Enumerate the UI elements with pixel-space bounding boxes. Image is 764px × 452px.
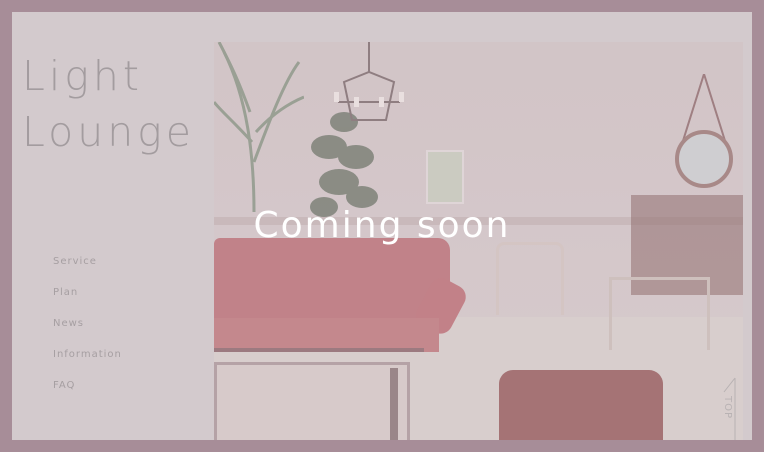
nav-item-service[interactable]: Service bbox=[53, 256, 122, 287]
scroll-top-button[interactable]: TOP bbox=[722, 376, 750, 440]
coffee-table bbox=[214, 362, 410, 440]
logo-line-1: Light bbox=[22, 52, 143, 100]
site-logo[interactable]: Light Lounge bbox=[22, 48, 195, 160]
wall-picture bbox=[426, 150, 464, 204]
round-mirror-icon bbox=[675, 74, 733, 188]
scroll-top-label: TOP bbox=[722, 396, 733, 420]
table-leg bbox=[390, 368, 398, 440]
main-nav: Service Plan News Information FAQ bbox=[53, 256, 122, 411]
logo-line-2: Lounge bbox=[22, 108, 196, 156]
chair bbox=[496, 242, 564, 315]
coming-soon-text: Coming soon bbox=[253, 205, 511, 246]
nav-item-information[interactable]: Information bbox=[53, 349, 122, 380]
sofa-base bbox=[214, 348, 424, 352]
sofa bbox=[214, 238, 450, 322]
sofa-seat bbox=[214, 318, 439, 352]
palm-plant-icon bbox=[214, 42, 304, 212]
chandelier-icon bbox=[334, 42, 404, 121]
nav-item-plan[interactable]: Plan bbox=[53, 287, 122, 318]
leather-bench bbox=[499, 370, 663, 440]
armchair bbox=[609, 277, 710, 350]
nav-item-faq[interactable]: FAQ bbox=[53, 380, 122, 411]
nav-item-news[interactable]: News bbox=[53, 318, 122, 349]
